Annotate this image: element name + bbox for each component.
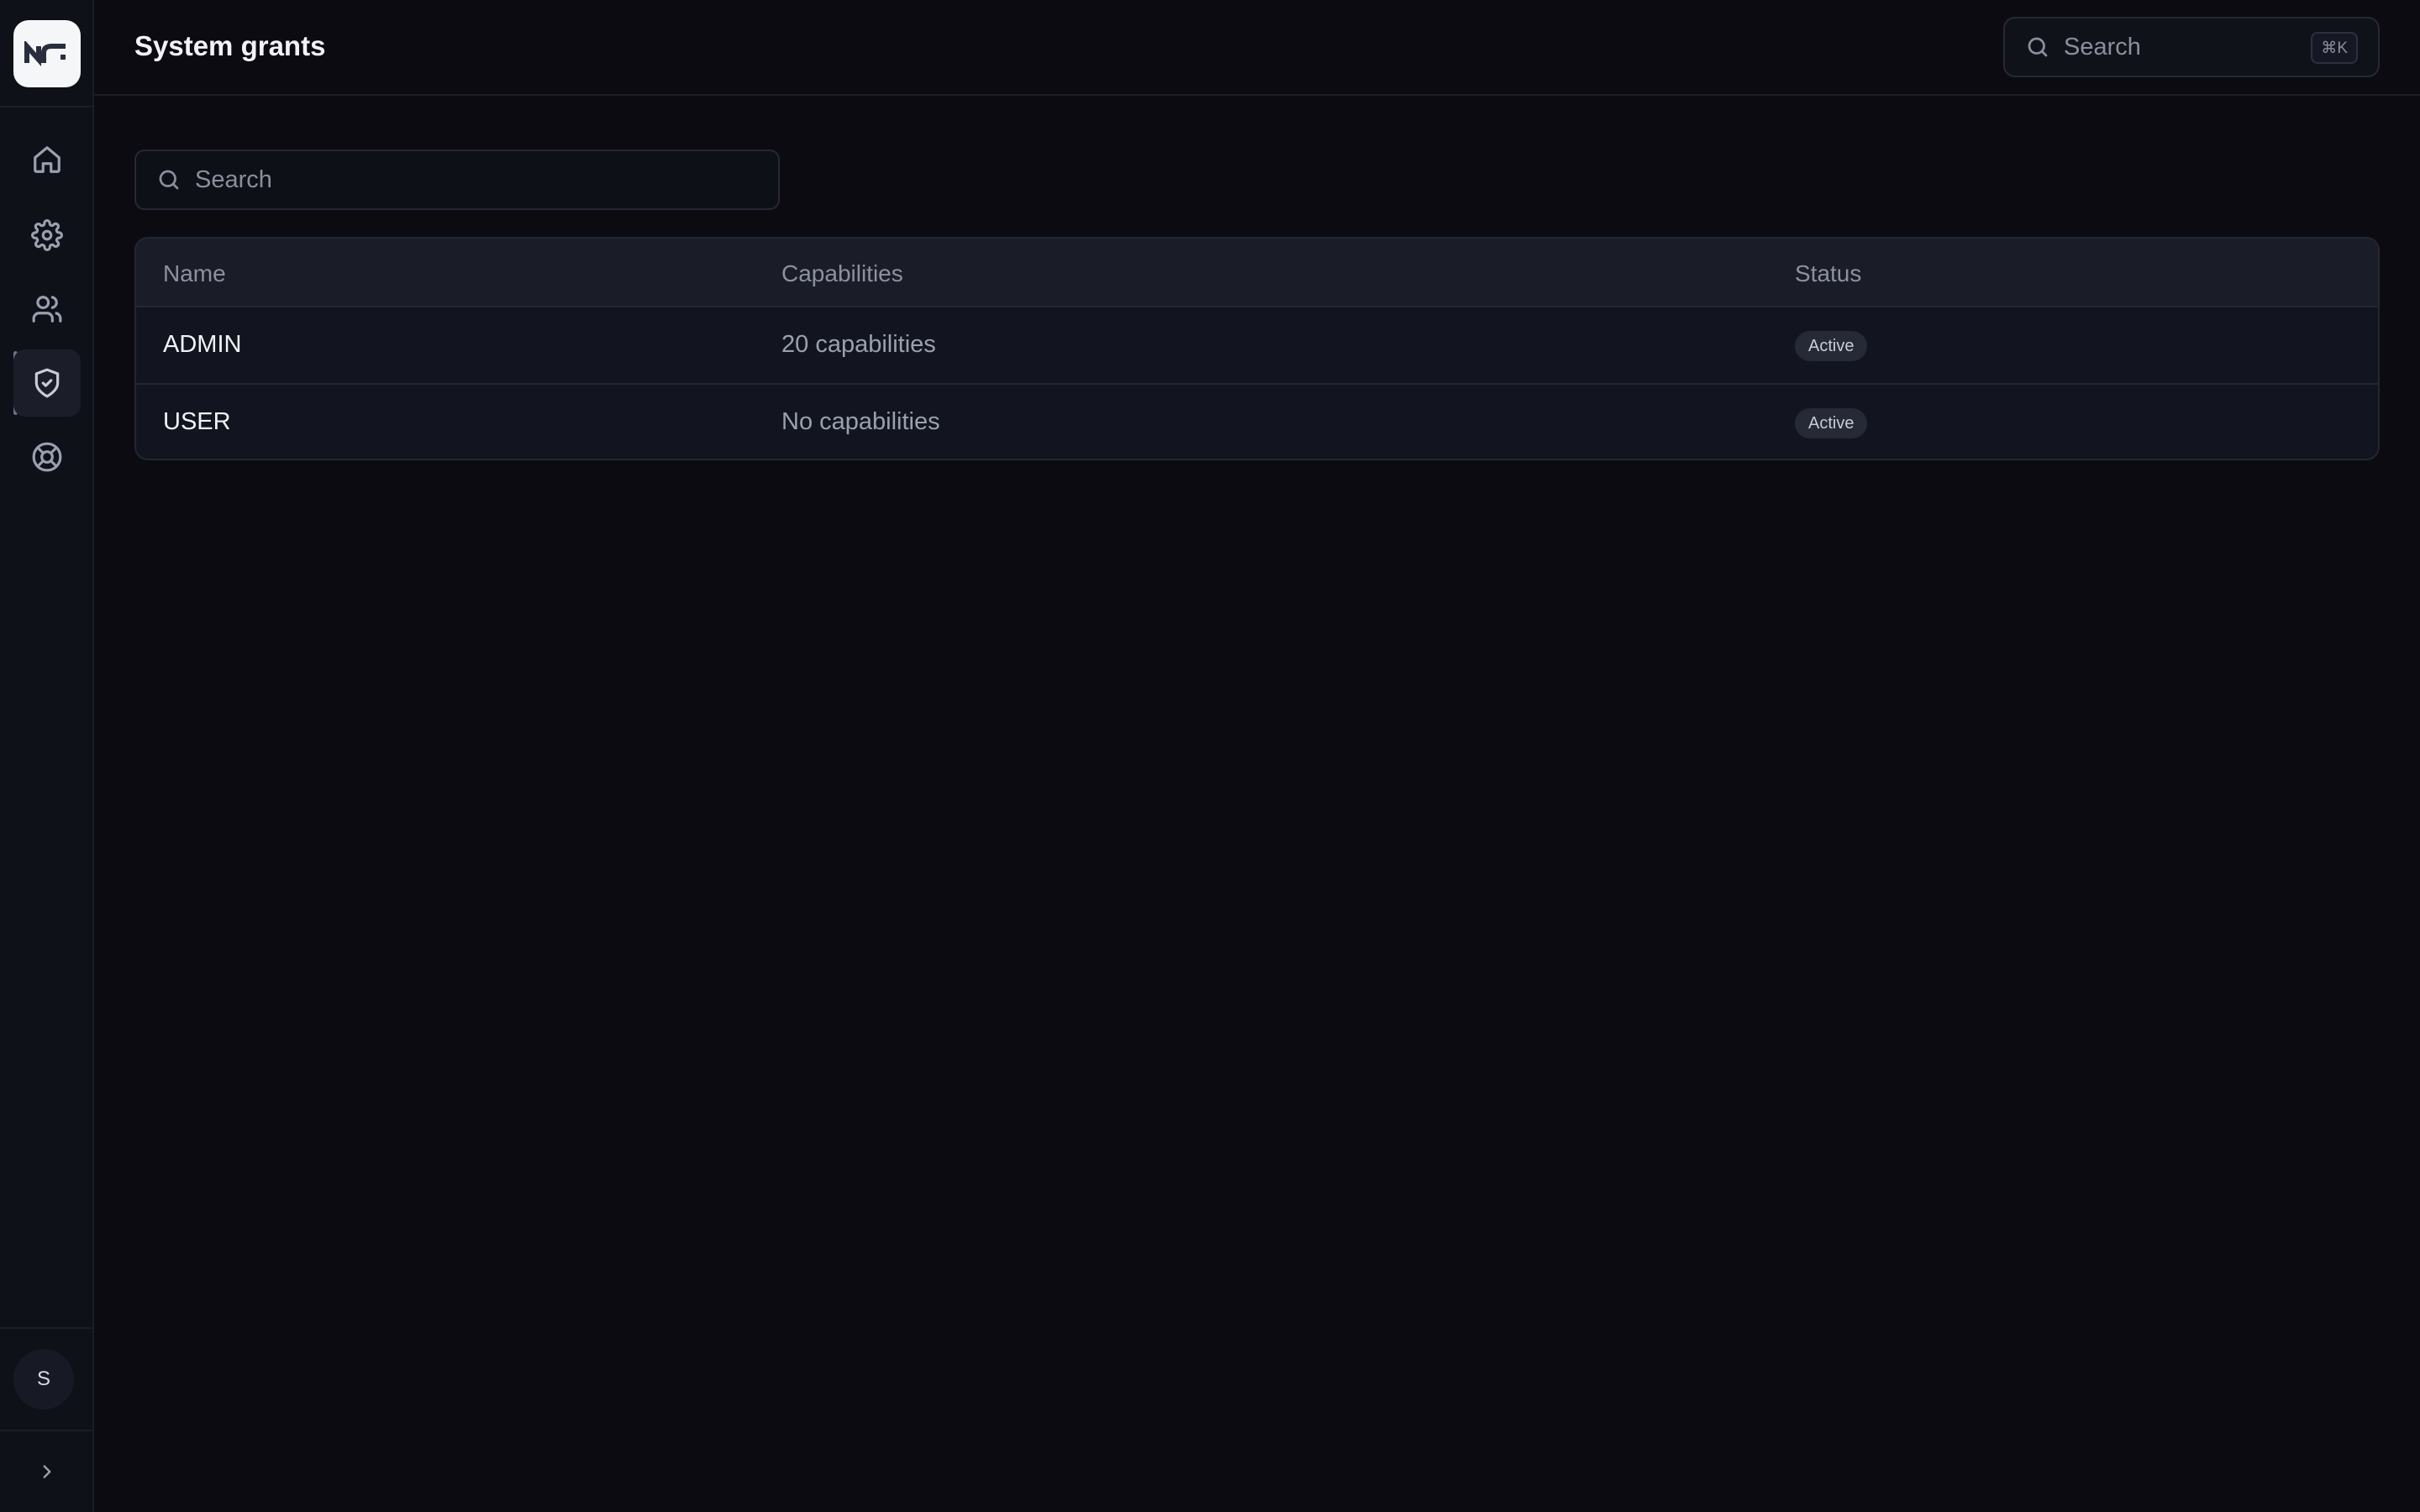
table-header: Name Capabilities Status bbox=[136, 239, 2378, 307]
column-header-name[interactable]: Name bbox=[163, 260, 226, 287]
app-logo[interactable] bbox=[13, 20, 81, 87]
sidebar-item-users[interactable] bbox=[13, 276, 81, 343]
grant-capabilities: 20 capabilities bbox=[781, 331, 936, 358]
shield-check-icon bbox=[34, 368, 60, 398]
table-search-input[interactable] bbox=[195, 165, 699, 194]
table-row[interactable]: ADMIN 20 capabilities Active bbox=[136, 307, 2378, 383]
grant-capabilities: No capabilities bbox=[781, 408, 940, 435]
sidebar-divider bbox=[0, 1430, 94, 1431]
column-header-status[interactable]: Status bbox=[1795, 260, 1861, 287]
home-icon bbox=[34, 146, 60, 173]
column-header-capabilities[interactable]: Capabilities bbox=[781, 260, 903, 287]
search-icon bbox=[2028, 37, 2048, 57]
search-icon bbox=[159, 170, 179, 190]
status-badge: Active bbox=[1795, 331, 1868, 361]
sidebar-divider bbox=[0, 106, 94, 108]
sidebar-item-support[interactable] bbox=[13, 423, 81, 491]
sidebar: S bbox=[0, 0, 94, 1512]
nf-logo-icon bbox=[24, 41, 66, 66]
shortcut-badge: ⌘K bbox=[2311, 32, 2358, 64]
sidebar-item-system-grants[interactable] bbox=[13, 349, 81, 417]
sidebar-item-settings[interactable] bbox=[13, 202, 81, 269]
lifebuoy-icon bbox=[32, 442, 62, 472]
expand-sidebar-button[interactable] bbox=[30, 1455, 64, 1488]
avatar[interactable]: S bbox=[13, 1349, 74, 1410]
grant-name: USER bbox=[163, 408, 231, 435]
grants-table: Name Capabilities Status ADMIN 20 capabi… bbox=[134, 237, 2380, 460]
app-root: S System grants ⌘K Name Capabilities Sta bbox=[0, 0, 2420, 1512]
global-search[interactable]: ⌘K bbox=[2003, 17, 2380, 77]
users-icon bbox=[32, 296, 62, 323]
table-search[interactable] bbox=[134, 150, 780, 210]
header: System grants ⌘K bbox=[94, 0, 2420, 96]
chevron-right-icon bbox=[43, 1465, 51, 1478]
gear-icon bbox=[31, 219, 63, 251]
sidebar-item-home[interactable] bbox=[13, 126, 81, 193]
grant-name: ADMIN bbox=[163, 331, 242, 358]
page-title: System grants bbox=[134, 30, 326, 61]
status-badge: Active bbox=[1795, 408, 1868, 438]
global-search-input[interactable] bbox=[2064, 33, 2299, 61]
sidebar-divider bbox=[0, 1327, 94, 1329]
table-row[interactable]: USER No capabilities Active bbox=[136, 383, 2378, 459]
